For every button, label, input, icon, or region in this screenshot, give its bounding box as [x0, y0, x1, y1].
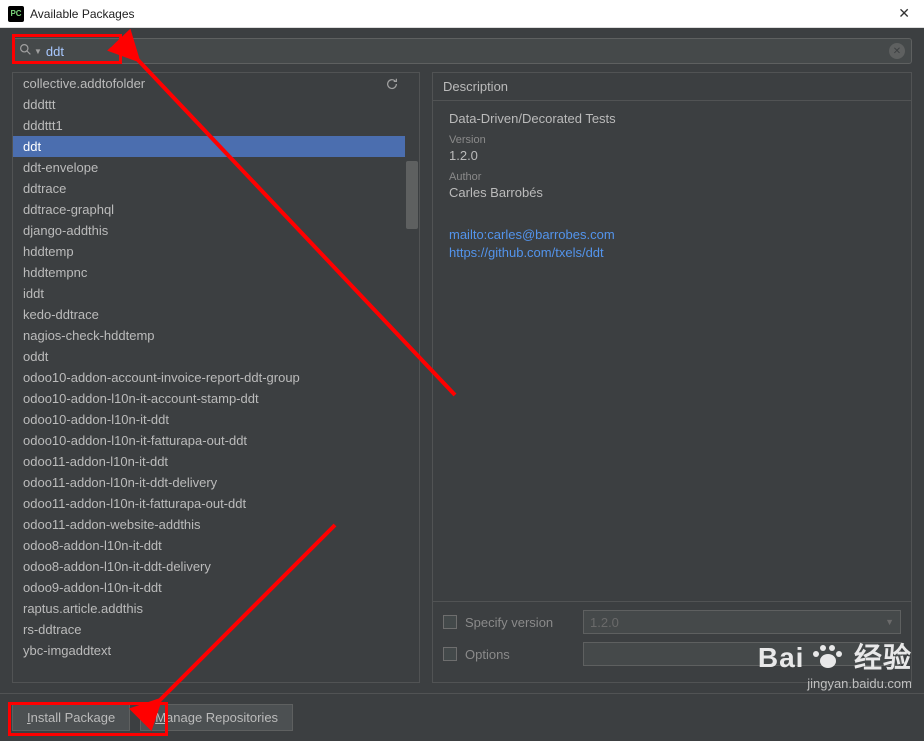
package-item[interactable]: ddt-envelope [13, 157, 419, 178]
description-summary: Data-Driven/Decorated Tests [449, 111, 895, 126]
scrollbar-thumb[interactable] [406, 161, 418, 229]
manage-repositories-button[interactable]: Manage Repositories [140, 704, 293, 731]
package-item[interactable]: ybc-imgaddtext [13, 640, 419, 661]
clear-search-icon[interactable]: ✕ [889, 43, 905, 59]
options-input[interactable] [583, 642, 901, 666]
content-split: collective.addtofolderdddtttdddttt1ddtdd… [0, 72, 924, 693]
package-item[interactable]: dddttt [13, 94, 419, 115]
specify-version-value: 1.2.0 [590, 615, 619, 630]
package-item[interactable]: odoo11-addon-l10n-it-fatturapa-out-ddt [13, 493, 419, 514]
package-list[interactable]: collective.addtofolderdddtttdddttt1ddtdd… [13, 73, 419, 682]
options-label: Options [465, 647, 575, 662]
package-item[interactable]: odoo10-addon-account-invoice-report-ddt-… [13, 367, 419, 388]
window-title: Available Packages [30, 7, 892, 21]
install-options: Specify version 1.2.0 ▼ Options [433, 601, 911, 682]
package-list-panel: collective.addtofolderdddtttdddttt1ddtdd… [12, 72, 420, 683]
scrollbar[interactable] [405, 73, 419, 682]
specify-version-checkbox[interactable] [443, 615, 457, 629]
options-row: Options [443, 642, 901, 666]
package-item[interactable]: ddtrace [13, 178, 419, 199]
package-item[interactable]: django-addthis [13, 220, 419, 241]
package-item[interactable]: oddt [13, 346, 419, 367]
package-item[interactable]: odoo8-addon-l10n-it-ddt [13, 535, 419, 556]
package-item[interactable]: odoo9-addon-l10n-it-ddt [13, 577, 419, 598]
main-area: ▼ ✕ collective.addtofolderdddtttdddttt1d… [0, 28, 924, 741]
package-item[interactable]: rs-ddtrace [13, 619, 419, 640]
chevron-down-icon: ▼ [885, 617, 894, 627]
version-label: Version [449, 134, 895, 146]
package-item[interactable]: nagios-check-hddtemp [13, 325, 419, 346]
description-header: Description [433, 73, 911, 100]
specify-version-label: Specify version [465, 615, 575, 630]
package-item[interactable]: raptus.article.addthis [13, 598, 419, 619]
package-item[interactable]: odoo10-addon-l10n-it-ddt [13, 409, 419, 430]
specify-version-select[interactable]: 1.2.0 ▼ [583, 610, 901, 634]
search-box[interactable]: ▼ ✕ [12, 38, 912, 64]
package-item[interactable]: odoo8-addon-l10n-it-ddt-delivery [13, 556, 419, 577]
specify-version-row: Specify version 1.2.0 ▼ [443, 610, 901, 634]
package-item[interactable]: odoo11-addon-l10n-it-ddt-delivery [13, 472, 419, 493]
search-input[interactable] [46, 42, 889, 61]
bottom-bar: Install Package Manage Repositories [0, 693, 924, 741]
package-item[interactable]: iddt [13, 283, 419, 304]
package-item[interactable]: ddt [13, 136, 419, 157]
package-item[interactable]: odoo10-addon-l10n-it-fatturapa-out-ddt [13, 430, 419, 451]
app-icon: PC [8, 6, 24, 22]
package-item[interactable]: odoo11-addon-l10n-it-ddt [13, 451, 419, 472]
options-checkbox[interactable] [443, 647, 457, 661]
author-label: Author [449, 171, 895, 183]
package-item[interactable]: dddttt1 [13, 115, 419, 136]
author-value: Carles Barrobés [449, 185, 895, 200]
install-package-button[interactable]: Install Package [12, 704, 130, 731]
description-panel: Description Data-Driven/Decorated Tests … [432, 72, 912, 683]
package-item[interactable]: odoo11-addon-website-addthis [13, 514, 419, 535]
project-url-link[interactable]: https://github.com/txels/ddt [449, 244, 895, 262]
refresh-icon[interactable] [385, 77, 399, 94]
chevron-down-icon[interactable]: ▼ [34, 47, 42, 56]
package-item[interactable]: hddtempnc [13, 262, 419, 283]
package-item[interactable]: odoo10-addon-l10n-it-account-stamp-ddt [13, 388, 419, 409]
package-item[interactable]: kedo-ddtrace [13, 304, 419, 325]
search-row: ▼ ✕ [0, 28, 924, 72]
package-item[interactable]: collective.addtofolder [13, 73, 419, 94]
author-email-link[interactable]: mailto:carles@barrobes.com [449, 226, 895, 244]
close-icon[interactable]: ✕ [892, 5, 916, 22]
titlebar: PC Available Packages ✕ [0, 0, 924, 28]
search-icon [19, 43, 32, 59]
version-value: 1.2.0 [449, 148, 895, 163]
description-body: Data-Driven/Decorated Tests Version 1.2.… [433, 100, 911, 601]
package-item[interactable]: hddtemp [13, 241, 419, 262]
package-item[interactable]: ddtrace-graphql [13, 199, 419, 220]
